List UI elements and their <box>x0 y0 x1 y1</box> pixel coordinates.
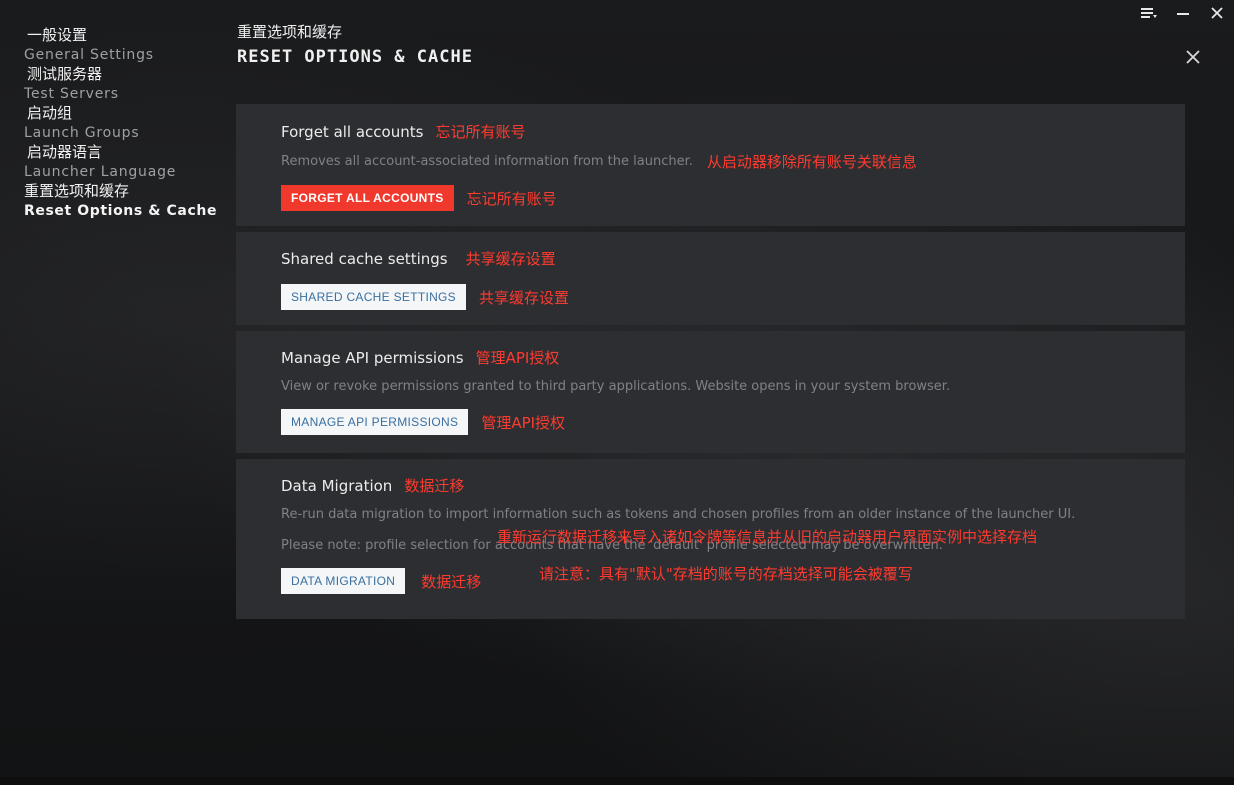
button-row: FORGET ALL ACCOUNTS 忘记所有账号 <box>281 185 1185 211</box>
shared-cache-settings-button[interactable]: SHARED CACHE SETTINGS <box>281 284 466 310</box>
data-migration-button[interactable]: DATA MIGRATION <box>281 568 406 594</box>
panel-description: Removes all account-associated informati… <box>281 154 693 169</box>
data-migration-panel: Data Migration 数据迁移 Re-run data migratio… <box>236 459 1185 619</box>
menu-icon[interactable] <box>1132 2 1166 24</box>
panel-note-zh: 请注意：具有"默认"存档的账号的存档选择可能会被覆写 <box>539 565 913 583</box>
api-permissions-panel: Manage API permissions 管理API授权 View or r… <box>236 331 1185 453</box>
panel-title-zh: 数据迁移 <box>404 477 465 495</box>
sidebar-item-label-zh: 启动器语言 <box>27 143 103 161</box>
sidebar-item-general-settings[interactable]: 一般设置 General Settings <box>24 26 224 65</box>
sidebar-item-label-zh: 启动组 <box>27 104 73 122</box>
panel-description: View or revoke permissions granted to th… <box>281 379 951 394</box>
button-label-zh: 共享缓存设置 <box>479 288 570 307</box>
button-label-zh: 管理API授权 <box>481 413 566 432</box>
panel-title-row: Shared cache settings 共享缓存设置 <box>281 248 1185 269</box>
shared-cache-panel: Shared cache settings 共享缓存设置 SHARED CACH… <box>236 232 1185 325</box>
manage-api-permissions-button[interactable]: MANAGE API PERMISSIONS <box>281 409 469 435</box>
close-icon[interactable] <box>1200 2 1234 24</box>
panel-description-zh: 重新运行数据迁移来导入诸如令牌等信息并从旧的启动器用户界面实例中选择存档 <box>497 528 1038 546</box>
forget-all-accounts-button[interactable]: FORGET ALL ACCOUNTS <box>281 185 454 211</box>
taskbar-strip <box>0 777 1234 785</box>
sidebar-item-label: Reset Options & Cache <box>24 203 218 219</box>
button-row: MANAGE API PERMISSIONS 管理API授权 <box>281 409 1185 435</box>
panel-description: Re-run data migration to import informat… <box>281 507 1076 522</box>
panel-title-row: Forget all accounts 忘记所有账号 <box>281 121 1185 142</box>
panel-title-row: Manage API permissions 管理API授权 <box>281 347 1185 368</box>
panel-title: Manage API permissions <box>281 348 464 367</box>
page-title-zh: 重置选项和缓存 <box>237 23 343 41</box>
window-controls <box>1132 2 1234 24</box>
forget-accounts-panel: Forget all accounts 忘记所有账号 Removes all a… <box>236 104 1185 226</box>
button-label-zh: 忘记所有账号 <box>466 189 557 208</box>
page-title: RESET OPTIONS & CACHE <box>237 47 473 67</box>
panel-title-zh: 忘记所有账号 <box>435 123 526 141</box>
panel-description-row: Removes all account-associated informati… <box>281 151 1185 172</box>
panel-description-zh: 从启动器移除所有账号关联信息 <box>706 153 917 171</box>
button-label-zh: 数据迁移 <box>421 572 482 591</box>
close-settings-icon[interactable] <box>1182 46 1204 68</box>
settings-sidebar: 一般设置 General Settings 测试服务器 Test Servers… <box>24 26 224 221</box>
sidebar-item-label: Launcher Language <box>24 164 177 180</box>
panel-title-row: Data Migration 数据迁移 <box>281 475 1185 496</box>
sidebar-item-label-zh: 一般设置 <box>27 26 88 44</box>
sidebar-item-launcher-language[interactable]: 启动器语言 Launcher Language <box>24 143 224 182</box>
sidebar-item-label: General Settings <box>24 47 154 63</box>
sidebar-item-label-zh: 测试服务器 <box>27 65 103 83</box>
minimize-icon[interactable] <box>1166 2 1200 24</box>
panel-title-zh: 共享缓存设置 <box>465 250 556 268</box>
sidebar-item-launch-groups[interactable]: 启动组 Launch Groups <box>24 104 224 143</box>
sidebar-item-label: Launch Groups <box>24 125 140 141</box>
panel-title: Shared cache settings <box>281 249 448 268</box>
panel-title: Data Migration <box>281 476 393 495</box>
panel-title-zh: 管理API授权 <box>475 349 560 367</box>
sidebar-item-test-servers[interactable]: 测试服务器 Test Servers <box>24 65 224 104</box>
button-row: SHARED CACHE SETTINGS 共享缓存设置 <box>281 284 1185 310</box>
sidebar-item-reset-options[interactable]: 重置选项和缓存 Reset Options & Cache <box>24 182 224 221</box>
sidebar-item-label: Test Servers <box>24 86 119 102</box>
panel-title: Forget all accounts <box>281 122 424 141</box>
sidebar-item-label-zh: 重置选项和缓存 <box>24 182 130 200</box>
